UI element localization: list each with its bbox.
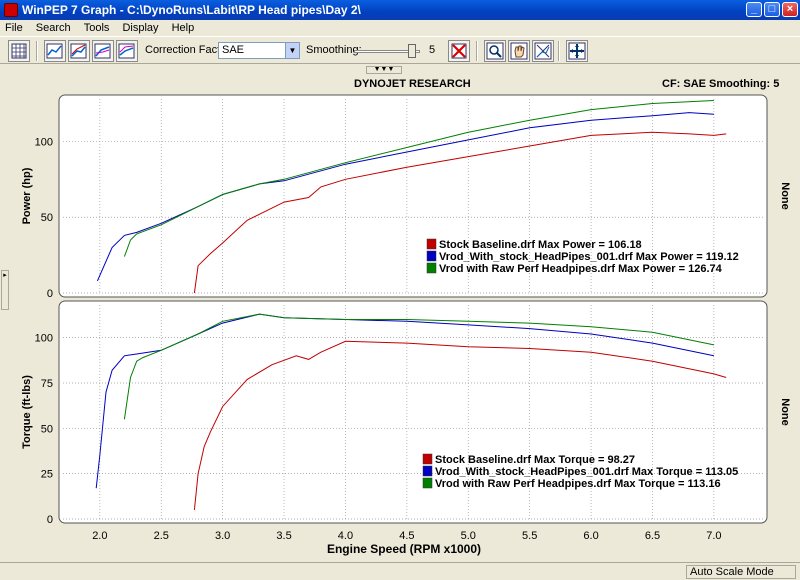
x-tick-label: 6.5 xyxy=(645,530,660,542)
x-tick-label: 2.5 xyxy=(154,530,169,542)
zoom-icon[interactable] xyxy=(484,40,506,62)
correction-factor-value: SAE xyxy=(222,44,245,56)
graph-options-icon[interactable] xyxy=(44,40,66,62)
y-tick-label: 0 xyxy=(47,288,53,300)
x-tick-label: 5.5 xyxy=(522,530,537,542)
y-tick-label: 100 xyxy=(35,333,53,345)
legend-swatch xyxy=(426,262,437,274)
menu-search[interactable]: Search xyxy=(31,20,76,34)
scale-icon[interactable] xyxy=(532,40,554,62)
legend-entry: Vrod_With_stock_HeadPipes_001.drf Max Po… xyxy=(439,251,739,263)
menu-file[interactable]: File xyxy=(0,20,28,34)
graph-3-icon[interactable] xyxy=(116,40,138,62)
app-icon xyxy=(4,3,18,17)
x-tick-label: 7.0 xyxy=(706,530,721,542)
x-tick-label: 6.0 xyxy=(583,530,598,542)
correction-factor-select[interactable]: SAE ▼ xyxy=(218,42,300,59)
toolbar: Correction Factor: SAE ▼ Smoothing: 5 xyxy=(0,36,800,64)
y-tick-label: 0 xyxy=(47,514,53,526)
smoothing-slider[interactable] xyxy=(352,43,424,59)
legend-entry: Vrod with Raw Perf Headpipes.drf Max Pow… xyxy=(439,263,723,275)
menu-bar: File Search Tools Display Help xyxy=(0,20,800,36)
menu-tools[interactable]: Tools xyxy=(79,20,115,34)
status-bar: Auto Scale Mode xyxy=(0,562,800,580)
status-mode: Auto Scale Mode xyxy=(686,565,796,579)
x-tick-label: 4.0 xyxy=(338,530,353,542)
y-axis-label: Torque (ft-lbs) xyxy=(21,375,33,449)
legend-entry: Stock Baseline.drf Max Power = 106.18 xyxy=(439,239,642,251)
x-tick-label: 2.0 xyxy=(92,530,107,542)
right-axis-label: None xyxy=(779,182,791,210)
legend-entry: Vrod with Raw Perf Headpipes.drf Max Tor… xyxy=(435,478,721,490)
legend-swatch xyxy=(426,238,437,250)
crosshair-icon[interactable] xyxy=(566,40,588,62)
chart-panel-2: 0 25 50 75 100 Torque (ft-lbs) None Stock Basel… xyxy=(21,300,791,556)
chevron-down-icon[interactable]: ▼ xyxy=(285,43,299,58)
chart-panel-1: 0 50 100 Power (hp) None Stock Baseline.drf M… xyxy=(21,94,791,300)
graph-1-icon[interactable] xyxy=(68,40,90,62)
y-tick-label: 25 xyxy=(41,469,53,481)
legend-swatch xyxy=(422,453,433,465)
x-tick-label: 5.0 xyxy=(461,530,476,542)
legend-swatch xyxy=(422,465,433,477)
y-axis-label: Power (hp) xyxy=(21,167,33,224)
pan-hand-icon[interactable] xyxy=(508,40,530,62)
x-tick-label: 3.0 xyxy=(215,530,230,542)
dyno-charts: 0 50 100 Power (hp) None Stock Baseline.drf M… xyxy=(21,94,791,556)
x-tick-label: 3.5 xyxy=(276,530,291,542)
y-tick-label: 50 xyxy=(41,423,53,435)
x-axis-label: Engine Speed (RPM x1000) xyxy=(327,542,481,556)
legend-swatch xyxy=(422,477,433,489)
right-axis-label: None xyxy=(779,398,791,426)
menu-help[interactable]: Help xyxy=(167,20,200,34)
maximize-button[interactable]: □ xyxy=(764,2,780,17)
menu-display[interactable]: Display xyxy=(117,20,163,34)
y-tick-label: 100 xyxy=(35,136,53,148)
smoothing-slider-thumb[interactable] xyxy=(408,44,416,58)
delete-run-icon[interactable] xyxy=(448,40,470,62)
legend-entry: Vrod_With_stock_HeadPipes_001.drf Max To… xyxy=(435,466,738,478)
y-tick-label: 75 xyxy=(41,378,53,390)
title-bar: WinPEP 7 Graph - C:\DynoRuns\Labit\RP He… xyxy=(0,0,800,20)
smoothing-value: 5 xyxy=(429,44,436,56)
minimize-button[interactable]: _ xyxy=(746,2,762,17)
close-button[interactable]: × xyxy=(782,2,798,17)
legend-entry: Stock Baseline.drf Max Torque = 98.27 xyxy=(435,454,635,466)
window-title: WinPEP 7 Graph - C:\DynoRuns\Labit\RP He… xyxy=(22,3,361,17)
graph-2-icon[interactable] xyxy=(92,40,114,62)
grid-icon[interactable] xyxy=(8,40,30,62)
legend-swatch xyxy=(426,250,437,262)
x-tick-label: 4.5 xyxy=(399,530,414,542)
y-tick-label: 50 xyxy=(41,212,53,224)
